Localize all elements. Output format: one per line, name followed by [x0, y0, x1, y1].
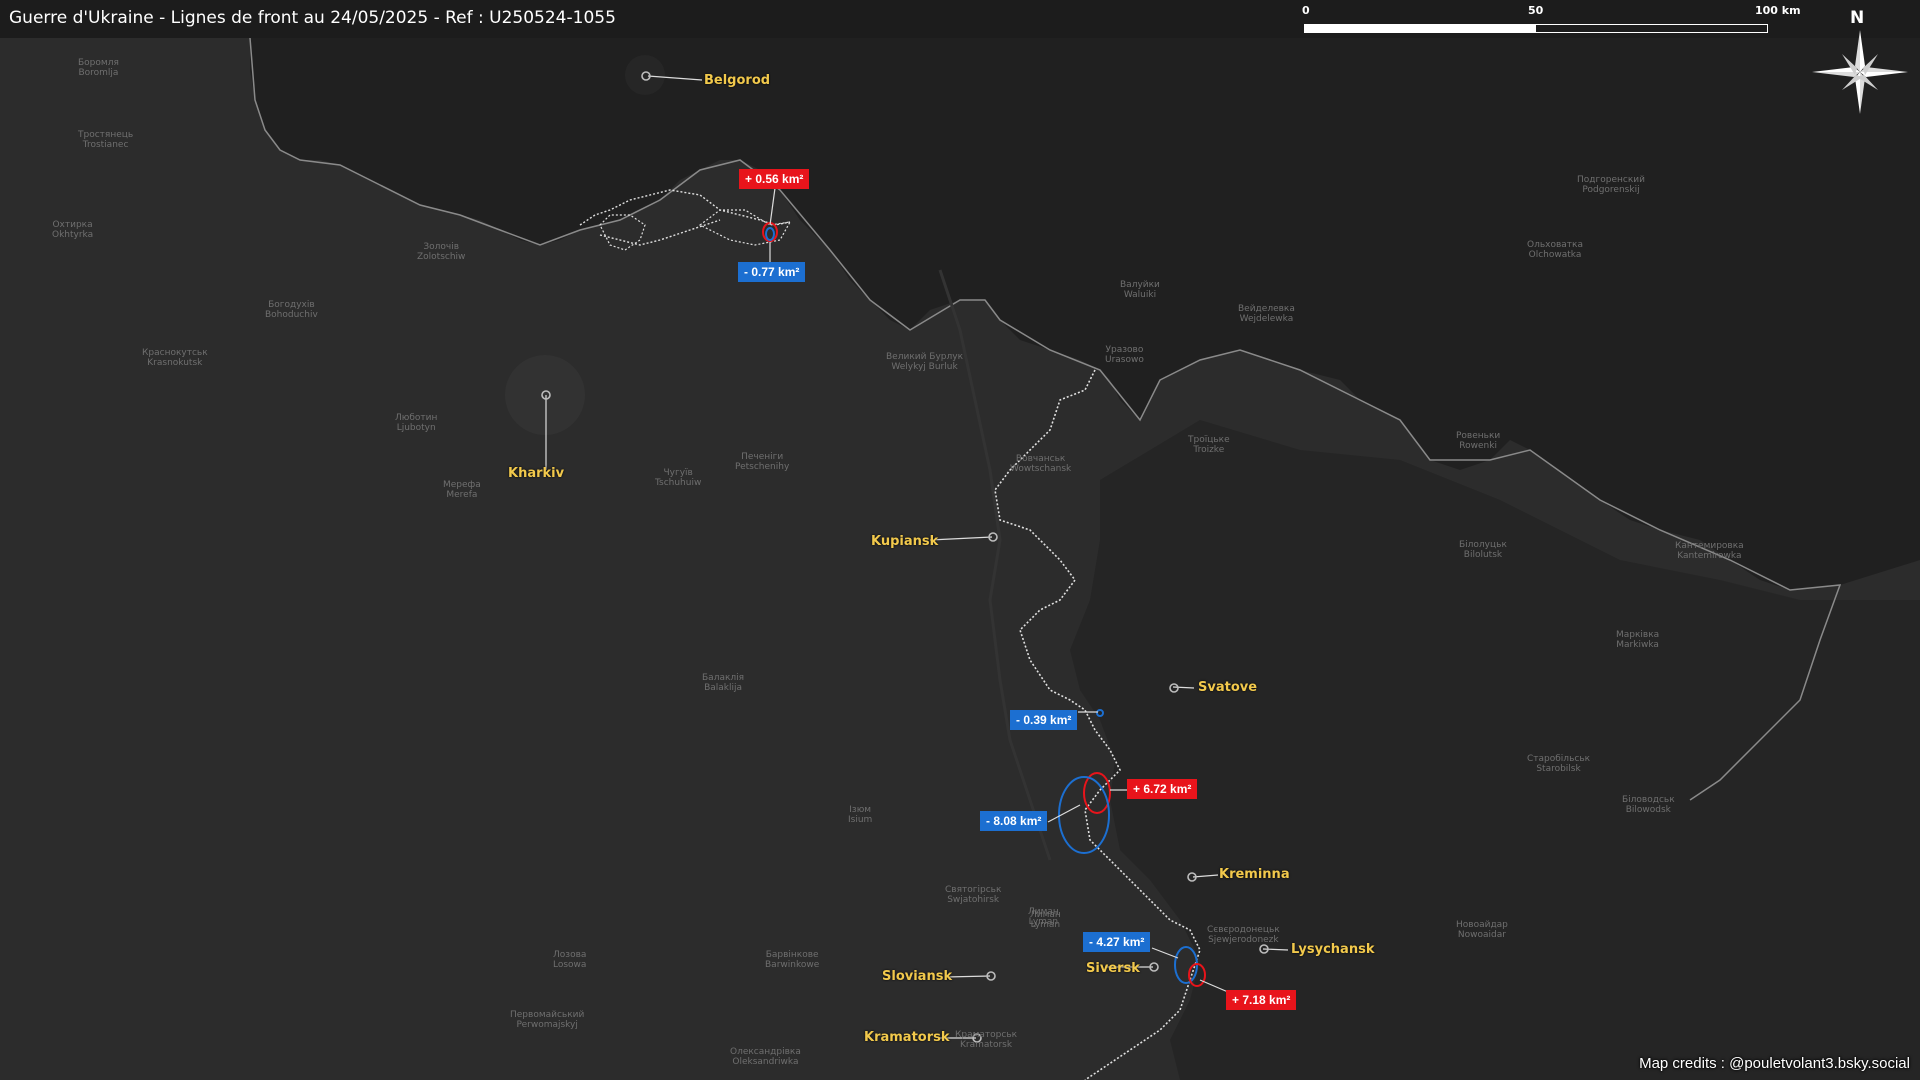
map-canvas[interactable] [0, 0, 1920, 1080]
scale-bar [1304, 24, 1768, 33]
city-label-siversk: Siversk [1086, 961, 1140, 976]
change-badge-gain[interactable]: + 0.56 km² [739, 169, 810, 189]
place-label: Чугуїв Tschuhuiw [655, 468, 702, 488]
scale-segment-2 [1536, 25, 1767, 32]
place-label: Марківка Markiwka [1616, 630, 1660, 650]
place-label: Люботин Ljubotyn [395, 413, 438, 433]
place-label: Богодухів Bohoduchiv [265, 300, 318, 320]
place-label: Вовчанськ Wowtschansk [1010, 454, 1072, 474]
place-label: Первомайський Perwomajskyj [510, 1010, 585, 1030]
place-label: Боромля Boromlja [78, 58, 119, 78]
compass-rose-icon [1812, 30, 1908, 114]
scale-label-0: 0 [1302, 4, 1310, 17]
place-label: Білолуцьк Bilolutsk [1459, 540, 1507, 560]
kharkiv-urban-area [505, 355, 585, 435]
change-badge-gain[interactable]: + 7.18 km² [1226, 990, 1297, 1010]
place-label: Краматорськ Kramatorsk [955, 1030, 1018, 1050]
change-badge-loss[interactable]: - 0.39 km² [1010, 710, 1078, 730]
change-badge-gain[interactable]: + 6.72 km² [1127, 779, 1198, 799]
place-label: Охтирка Okhtyrka [52, 220, 94, 240]
city-label-kupiansk: Kupiansk [871, 534, 939, 549]
place-label: Печеніги Petschenihy [735, 452, 790, 472]
place-label: Великий Бурлук Welykyj Burluk [886, 352, 964, 372]
place-label: Кантемировка Kantemirowka [1675, 541, 1744, 561]
city-label-kharkiv: Kharkiv [508, 466, 565, 481]
city-label-svatove: Svatove [1198, 680, 1258, 695]
place-label: Вейделевка Wejdelewka [1238, 304, 1295, 324]
change-badge-loss[interactable]: - 4.27 km² [1083, 932, 1151, 952]
place-label: Ольховатка Olchowatka [1527, 240, 1583, 260]
place-label: Мерефа Merefa [443, 480, 481, 500]
place-label: Краснокутськ Krasnokutsk [142, 348, 208, 368]
scale-label-50: 50 [1528, 4, 1544, 17]
place-label: Подгоренский Podgorenskij [1577, 175, 1645, 195]
place-label: Олександрівка Oleksandriwka [730, 1047, 801, 1067]
scale-segment-1 [1305, 25, 1536, 32]
place-label: Валуйки Waluiki [1120, 280, 1160, 300]
change-badge-loss[interactable]: - 0.77 km² [738, 262, 806, 282]
city-label-belgorod: Belgorod [704, 73, 771, 88]
city-label-lysychansk: Lysychansk [1291, 942, 1375, 957]
place-label: Барвінкове Barwinkowe [765, 950, 820, 970]
map-credits: Map credits : @pouletvolant3.bsky.social [1639, 1055, 1910, 1072]
place-label: Лозова Losowa [553, 950, 587, 970]
place-label: Тростянець Trostianec [78, 130, 134, 150]
place-label: Троїцьке Troizke [1188, 435, 1230, 455]
city-label-kreminna: Kreminna [1219, 867, 1290, 882]
city-label-sloviansk: Sloviansk [882, 969, 953, 984]
place-label: Сєвєродонецьк Sjewjerodonezk [1207, 925, 1280, 945]
place-label: Святогірськ Swjatohirsk [945, 885, 1002, 905]
place-label: Старобільськ Starobilsk [1527, 754, 1591, 774]
change-badge-loss[interactable]: - 8.08 km² [980, 811, 1048, 831]
place-label: Ізюм Isium [848, 805, 873, 825]
city-label-kramatorsk: Kramatorsk [864, 1030, 950, 1045]
place-label: Лиман Lyman [1028, 907, 1059, 927]
place-label: Ровеньки Rowenki [1456, 431, 1501, 451]
map-title: Guerre d'Ukraine - Lignes de front au 24… [9, 8, 616, 28]
place-label: Уразово Urasowo [1105, 345, 1144, 365]
place-label: Новоайдар Nowoaidar [1456, 920, 1508, 940]
place-label: Балаклія Balaklija [702, 673, 745, 693]
belgorod-urban-area [625, 55, 665, 95]
place-label: Біловодськ Bilowodsk [1622, 795, 1675, 815]
scale-label-100: 100 km [1755, 4, 1801, 17]
place-label: Золочів Zolotschiw [417, 242, 466, 262]
